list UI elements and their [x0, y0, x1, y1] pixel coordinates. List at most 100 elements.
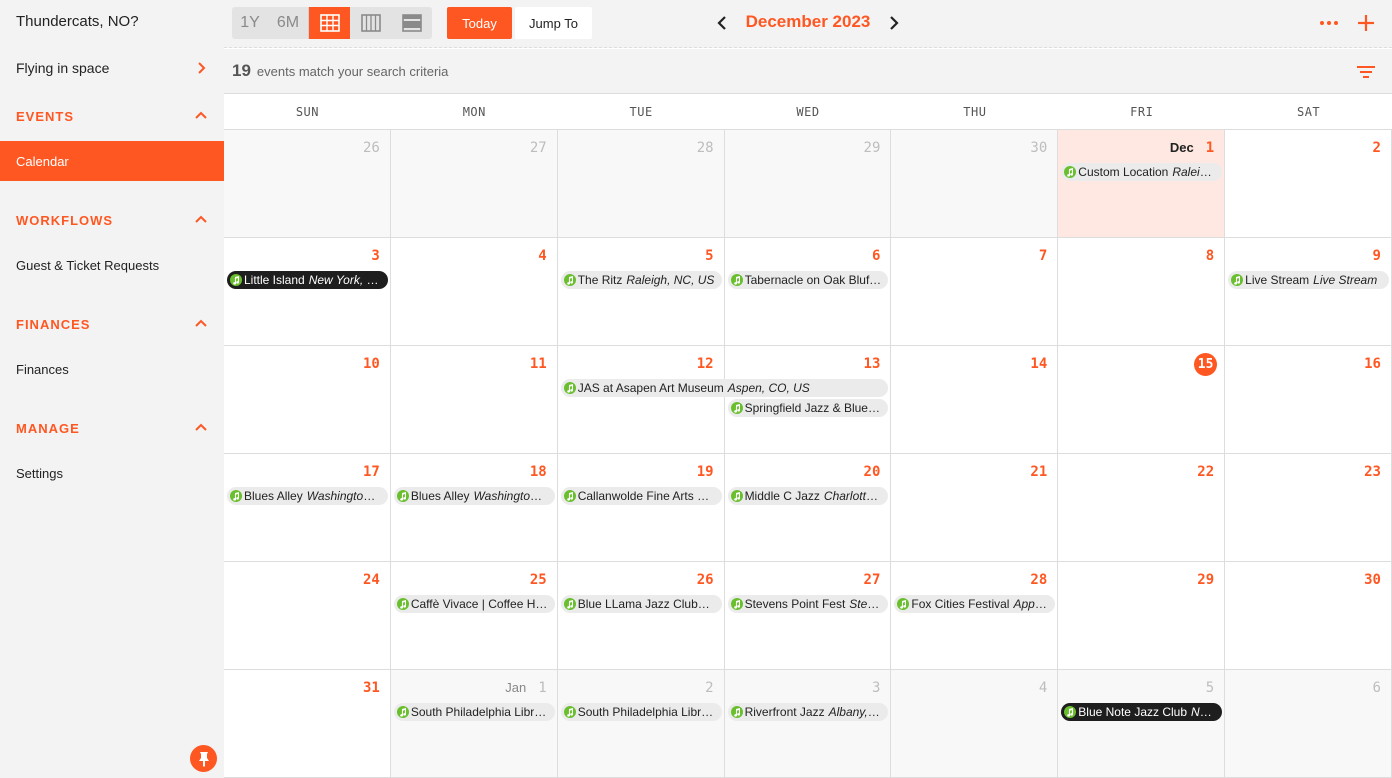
day-number[interactable]: 6	[1373, 680, 1381, 696]
day-cell[interactable]: 6	[1225, 670, 1392, 778]
view-month-button[interactable]	[309, 7, 350, 39]
event-chip[interactable]: Tabernacle on Oak BluffsOak Bluffs, MA, …	[727, 271, 889, 289]
event-chip[interactable]: The Ritz Raleigh, NC, US	[560, 271, 722, 289]
day-number[interactable]: 30	[1364, 572, 1381, 588]
day-number[interactable]: 28	[1030, 572, 1047, 588]
day-cell[interactable]: 8	[1058, 238, 1226, 346]
day-cell[interactable]: 21	[891, 454, 1059, 562]
day-cell[interactable]: 3	[224, 238, 391, 346]
day-cell[interactable]: 5	[1058, 670, 1226, 778]
month-title[interactable]: December 2023	[739, 12, 877, 32]
day-cell[interactable]: 18	[390, 454, 558, 562]
today-day-number[interactable]: 15	[1194, 353, 1218, 376]
event-chip[interactable]: Caffè Vivace | Coffee HouseBoston, MA, U…	[393, 595, 555, 613]
day-number[interactable]: 27	[530, 140, 547, 156]
event-chip[interactable]: JAS at Asapen Art Museum Aspen, CO, US	[560, 379, 889, 397]
day-number[interactable]: 13	[864, 356, 881, 372]
day-number[interactable]: 9	[1373, 248, 1381, 264]
day-cell[interactable]: 5	[557, 238, 725, 346]
pin-button[interactable]	[190, 745, 217, 772]
day-number[interactable]: 3	[371, 248, 379, 264]
day-number[interactable]: 5	[705, 248, 713, 264]
day-number[interactable]: 5	[1206, 680, 1214, 696]
day-cell[interactable]: 3	[724, 670, 892, 778]
day-cell[interactable]: 29	[1058, 562, 1226, 670]
event-chip[interactable]: Callanwolde Fine Arts CenterAtlanta, GA,…	[560, 487, 722, 505]
day-number[interactable]: 7	[1039, 248, 1047, 264]
sidebar-item-calendar[interactable]: Calendar	[0, 141, 224, 181]
event-chip[interactable]: Stevens Point FestStevens Point, WI, US	[727, 595, 889, 613]
section-workflows[interactable]: WORKFLOWS	[0, 207, 224, 233]
day-cell[interactable]: 24	[224, 562, 391, 670]
day-cell[interactable]: 16	[1225, 346, 1392, 454]
day-cell[interactable]: 2	[1225, 130, 1392, 238]
day-cell[interactable]: 4	[390, 238, 558, 346]
day-cell[interactable]: Jan 1	[390, 670, 558, 778]
day-number[interactable]: 26	[363, 140, 380, 156]
day-number[interactable]: 29	[864, 140, 881, 156]
day-cell[interactable]: 20	[724, 454, 892, 562]
event-chip[interactable]: Fox Cities FestivalAppleton, WI, US	[894, 595, 1056, 613]
day-number[interactable]: 10	[363, 356, 380, 372]
event-chip[interactable]: Blues AlleyWashington, DC, US	[393, 487, 555, 505]
day-number[interactable]: 2	[1373, 140, 1381, 156]
day-cell[interactable]: 7	[891, 238, 1059, 346]
add-icon[interactable]	[1354, 11, 1378, 35]
chevron-left-icon[interactable]	[712, 12, 734, 34]
day-cell[interactable]: 14	[891, 346, 1059, 454]
day-number[interactable]: 25	[530, 572, 547, 588]
event-chip[interactable]: South Philadelphia LibraryPhiladelphia, …	[393, 703, 555, 721]
event-chip[interactable]: Blues AlleyWashington, DC, US	[227, 487, 388, 505]
org-name[interactable]: Thundercats, NO?	[16, 13, 139, 30]
day-cell[interactable]: 4	[891, 670, 1059, 778]
view-week-button[interactable]	[350, 7, 391, 39]
day-cell[interactable]: 27	[390, 130, 558, 238]
sidebar-item-finances[interactable]: Finances	[0, 349, 224, 389]
event-chip[interactable]: Blue LLama Jazz ClubAnn Arbor, MI, US	[560, 595, 722, 613]
day-cell[interactable]: 29	[724, 130, 892, 238]
day-number[interactable]: 21	[1030, 464, 1047, 480]
sidebar-item-flying-in-space[interactable]: Flying in space	[0, 48, 224, 88]
day-number[interactable]: 19	[697, 464, 714, 480]
event-chip[interactable]: Springfield Jazz & Blues FestivalSpringf…	[727, 399, 889, 417]
day-number[interactable]: 4	[1039, 680, 1047, 696]
day-cell[interactable]: 23	[1225, 454, 1392, 562]
day-cell[interactable]: 26	[557, 562, 725, 670]
day-number[interactable]: Dec 1	[1170, 140, 1214, 156]
section-events[interactable]: EVENTS	[0, 103, 224, 129]
day-cell[interactable]: 27	[724, 562, 892, 670]
more-options-icon[interactable]	[1316, 12, 1342, 34]
day-cell[interactable]: 30	[891, 130, 1059, 238]
day-cell[interactable]: 28	[557, 130, 725, 238]
view-1y-button[interactable]: 1Y	[232, 7, 268, 39]
day-number[interactable]: 31	[363, 680, 380, 696]
day-cell[interactable]: 30	[1225, 562, 1392, 670]
day-cell[interactable]: 31	[224, 670, 391, 778]
day-number[interactable]: 29	[1197, 572, 1214, 588]
filter-icon[interactable]	[1355, 62, 1377, 82]
day-number[interactable]: 24	[363, 572, 380, 588]
day-number[interactable]: Jan 1	[505, 680, 546, 696]
day-number[interactable]: 4	[538, 248, 546, 264]
day-number[interactable]: 17	[363, 464, 380, 480]
day-number[interactable]: 28	[697, 140, 714, 156]
day-cell[interactable]: 11	[390, 346, 558, 454]
day-number[interactable]: 23	[1364, 464, 1381, 480]
day-cell[interactable]: Dec 1	[1058, 130, 1226, 238]
day-cell[interactable]: 17	[224, 454, 391, 562]
day-number[interactable]: 3	[872, 680, 880, 696]
day-number[interactable]: 8	[1206, 248, 1214, 264]
view-day-button[interactable]	[391, 7, 432, 39]
day-number[interactable]: 30	[1030, 140, 1047, 156]
day-number[interactable]: 6	[872, 248, 880, 264]
event-chip[interactable]: Riverfront JazzAlbany, NY, US	[727, 703, 889, 721]
day-cell[interactable]: 2	[557, 670, 725, 778]
day-number[interactable]: 12	[697, 356, 714, 372]
sidebar-item-guest-ticket-requests[interactable]: Guest & Ticket Requests	[0, 245, 224, 285]
day-cell[interactable]: 25	[390, 562, 558, 670]
day-cell[interactable]: 10	[224, 346, 391, 454]
section-finances[interactable]: FINANCES	[0, 311, 224, 337]
event-chip[interactable]: Little IslandNew York, NY, US	[227, 271, 388, 289]
day-number[interactable]: 26	[697, 572, 714, 588]
event-chip[interactable]: Blue Note Jazz ClubNew York, NY, US	[1061, 703, 1223, 721]
